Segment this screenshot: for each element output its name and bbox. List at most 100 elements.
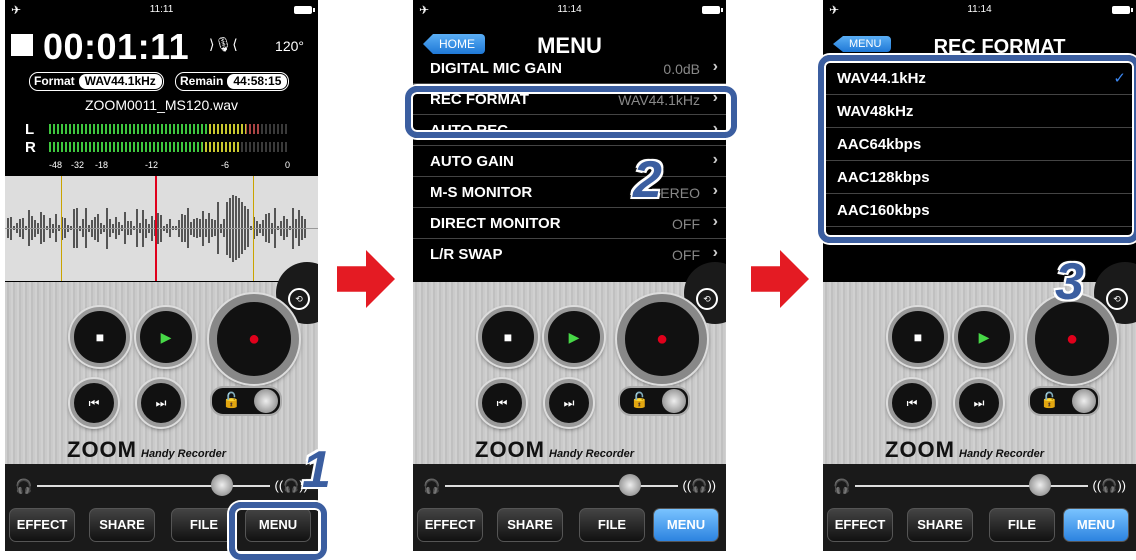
status-bar: ✈ 11:11	[5, 0, 318, 22]
menu-item-auto-gain[interactable]: AUTO GAIN ›	[413, 145, 726, 177]
brand-name: ZOOM	[885, 437, 955, 462]
file-name: ZOOM0011_MS120.wav	[84, 97, 239, 113]
next-button[interactable]: ⏭	[955, 379, 1003, 427]
tab-file[interactable]: FILE	[579, 508, 645, 542]
play-button[interactable]: ▶	[544, 307, 604, 367]
tab-menu[interactable]: MENU	[653, 508, 719, 542]
previous-button[interactable]: ⏮	[70, 379, 118, 427]
meter-bar-l	[49, 124, 289, 134]
chevron-right-icon: ›	[712, 62, 718, 75]
menu-item-label: DIRECT MONITOR	[430, 215, 561, 232]
status-time: 11:14	[557, 4, 582, 15]
callout-number-2: 2	[633, 151, 662, 209]
headphone-loud-icon: ((🎧))	[682, 478, 716, 493]
slider-track[interactable]	[37, 485, 270, 487]
menu-item-direct-monitor[interactable]: DIRECT MONITOR OFF ›	[413, 207, 726, 239]
menu-item-digital-mic-gain[interactable]: DIGITAL MIC GAIN 0.0dB ›	[413, 62, 726, 84]
tab-share[interactable]: SHARE	[89, 508, 155, 542]
bottom-bar: 🎧 ((🎧)) EFFECT SHARE FILE MENU	[413, 464, 726, 551]
format-value: WAV44.1kHz	[78, 74, 162, 89]
transport-console: ⟲ ■ ▶ ● ⏮ ⏭ 🔓 ZOOM Handy Recorder	[823, 262, 1136, 464]
slider-track[interactable]	[855, 485, 1088, 487]
format-key: Format	[34, 74, 75, 88]
record-button[interactable]: ●	[617, 294, 707, 384]
volume-slider[interactable]: 🎧 ((🎧))	[423, 474, 716, 498]
volume-slider[interactable]: 🎧 ((🎧))	[833, 474, 1126, 498]
tab-share[interactable]: SHARE	[907, 508, 973, 542]
volume-slider[interactable]: 🎧 ((🎧))	[15, 474, 308, 498]
stop-button[interactable]: ■	[888, 307, 948, 367]
step-arrow-1	[337, 250, 395, 308]
next-button[interactable]: ⏭	[137, 379, 185, 427]
tab-effect[interactable]: EFFECT	[827, 508, 893, 542]
chevron-right-icon: ›	[712, 151, 718, 168]
remain-value: 44:58:15	[227, 74, 288, 89]
marker-line-end	[253, 176, 254, 281]
waveform-display[interactable]	[5, 176, 318, 281]
highlight-format-list	[818, 55, 1136, 243]
tab-effect[interactable]: EFFECT	[9, 508, 75, 542]
headphone-icon: 🎧	[423, 478, 441, 494]
previous-button[interactable]: ⏮	[478, 379, 526, 427]
slider-thumb[interactable]	[211, 474, 233, 496]
next-button[interactable]: ⏭	[545, 379, 593, 427]
unlock-icon: 🔓	[1040, 392, 1059, 409]
brand-logo: ZOOM Handy Recorder	[475, 437, 634, 463]
battery-icon	[702, 6, 723, 14]
stop-button[interactable]: ■	[70, 307, 130, 367]
play-button[interactable]: ▶	[136, 307, 196, 367]
menu-item-label: AUTO GAIN	[430, 153, 514, 170]
tab-file[interactable]: FILE	[171, 508, 237, 542]
scale-tick: -18	[95, 160, 109, 170]
meter-bar-r	[49, 142, 289, 152]
chevron-right-icon: ›	[712, 244, 718, 261]
recording-timer: 00:01:11	[43, 26, 190, 67]
status-bar: ✈ 11:14	[823, 0, 1136, 22]
headphone-icon: 🎧	[833, 478, 851, 494]
bottom-bar: 🎧 ((🎧)) EFFECT SHARE FILE MENU	[823, 464, 1136, 551]
status-bar: ✈ 11:14	[413, 0, 726, 22]
brand-logo: ZOOM Handy Recorder	[885, 437, 1044, 463]
ms-angle: 120°	[275, 38, 304, 54]
scale-tick: -48	[49, 160, 63, 170]
remain-badge: Remain 44:58:15	[175, 72, 290, 91]
playhead-cursor[interactable]	[155, 176, 157, 281]
menu-item-value: OFF	[672, 247, 700, 263]
step-arrow-2	[751, 250, 809, 308]
tab-menu[interactable]: MENU	[1063, 508, 1129, 542]
rotate-icon: ⟲	[288, 288, 310, 310]
tab-effect[interactable]: EFFECT	[417, 508, 483, 542]
remain-key: Remain	[180, 74, 224, 88]
scale-tick: -6	[221, 160, 230, 170]
tab-bar: EFFECT SHARE FILE MENU	[827, 508, 1132, 542]
slider-thumb[interactable]	[1029, 474, 1051, 496]
battery-icon	[1112, 6, 1133, 14]
menu-item-value: OFF	[672, 216, 700, 232]
tab-file[interactable]: FILE	[989, 508, 1055, 542]
scale-tick: -32	[71, 160, 85, 170]
chevron-right-icon: ›	[712, 182, 718, 199]
slider-track[interactable]	[445, 485, 678, 487]
menu-item-lr-swap[interactable]: L/R SWAP OFF ›	[413, 238, 726, 270]
slider-thumb[interactable]	[619, 474, 641, 496]
brand-sub: Handy Recorder	[959, 448, 1044, 460]
previous-button[interactable]: ⏮	[888, 379, 936, 427]
meter-label-r: R	[25, 139, 36, 156]
tab-share[interactable]: SHARE	[497, 508, 563, 542]
toggle-knob	[662, 389, 686, 413]
lock-toggle[interactable]: 🔓	[210, 386, 282, 416]
lock-toggle[interactable]: 🔓	[1028, 386, 1100, 416]
level-meter-right: R	[19, 139, 295, 156]
record-button[interactable]: ●	[209, 294, 299, 384]
callout-number-3: 3	[1055, 253, 1084, 311]
play-button[interactable]: ▶	[954, 307, 1014, 367]
menu-item-ms-monitor[interactable]: M-S MONITOR STEREO ›	[413, 176, 726, 208]
phone-screen-recorder: ✈ 11:11 00:01:11 ⟩🎙⟨ 120° Format WAV44.1k…	[5, 0, 318, 551]
brand-sub: Handy Recorder	[141, 448, 226, 460]
marker-line-start	[61, 176, 62, 281]
stop-button[interactable]: ■	[478, 307, 538, 367]
lock-toggle[interactable]: 🔓	[618, 386, 690, 416]
menu-item-label: DIGITAL MIC GAIN	[430, 62, 562, 77]
format-remain-row: Format WAV44.1kHz Remain 44:58:15	[29, 72, 312, 92]
highlight-rec-format	[405, 86, 737, 138]
